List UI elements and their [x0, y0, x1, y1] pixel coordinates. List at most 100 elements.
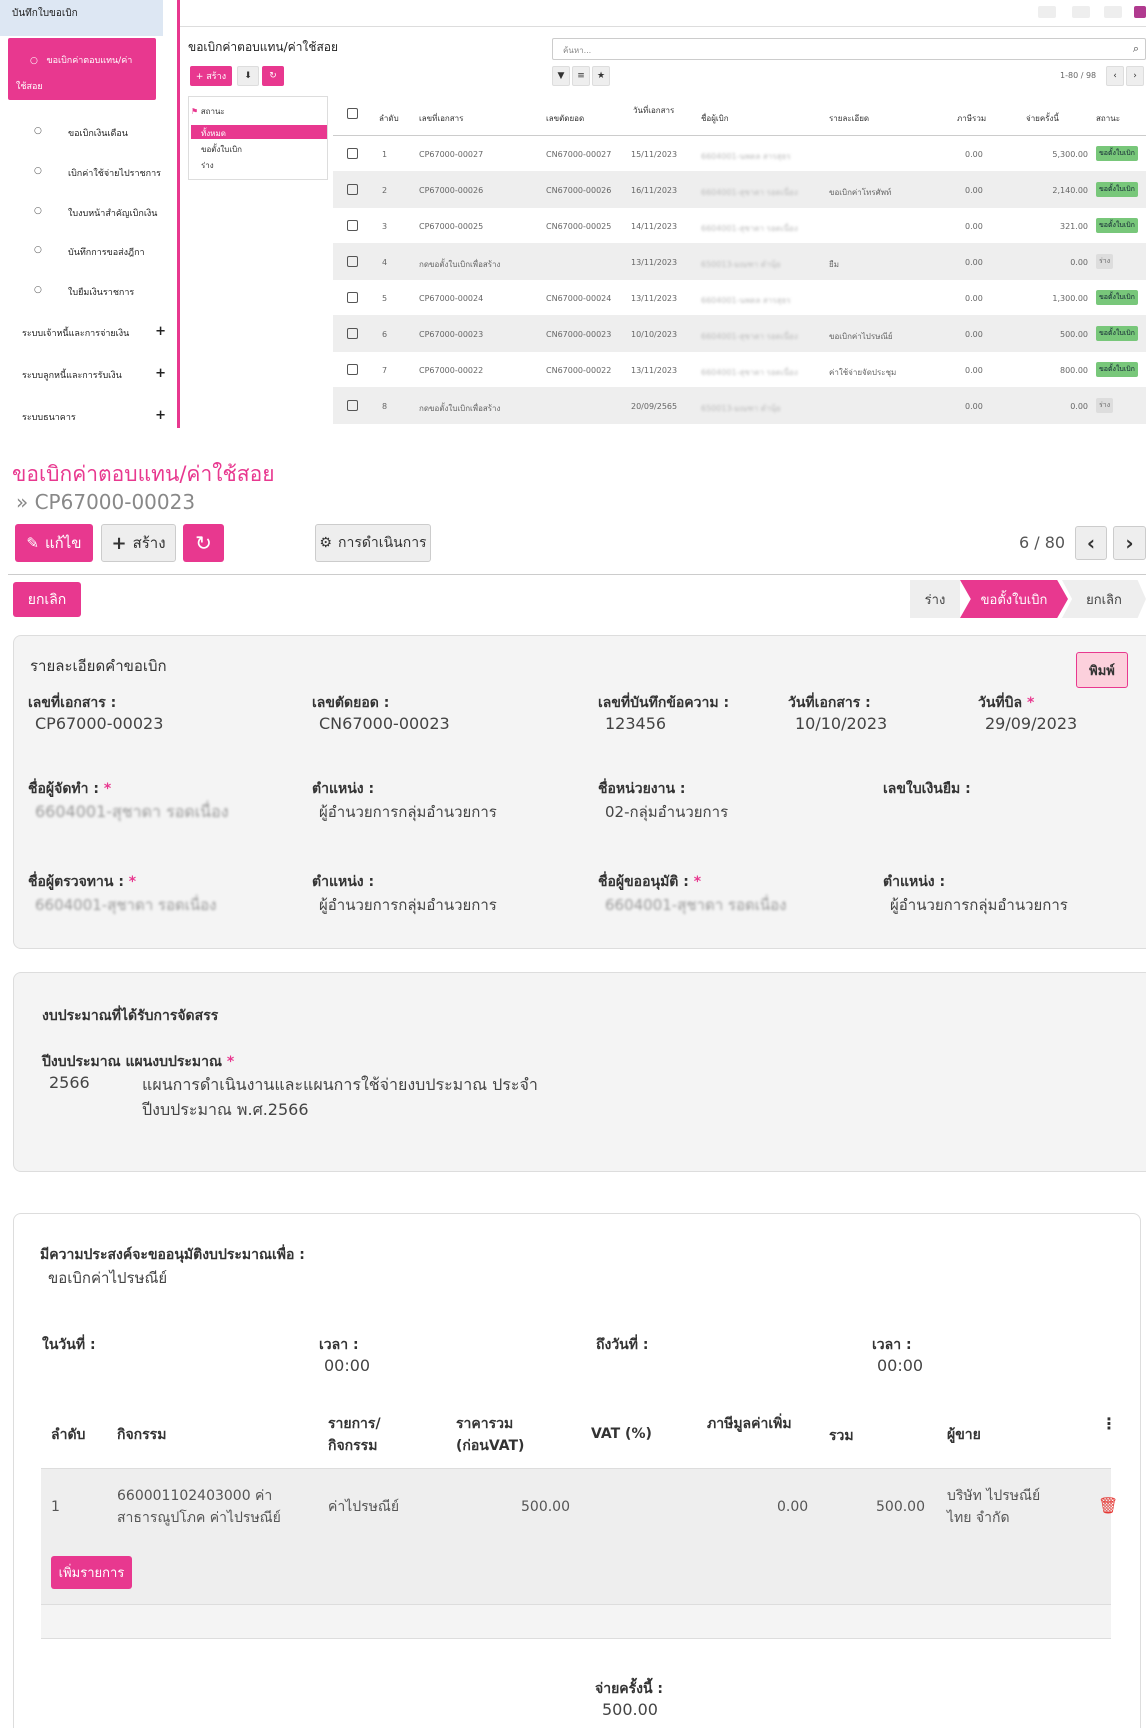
- print-button[interactable]: พิมพ์: [1076, 652, 1128, 688]
- table-body: 1 CP67000-00027 CN67000-00027 15/11/2023 660…: [333, 136, 1146, 428]
- action-button[interactable]: ⚙ การดำเนินการ: [315, 524, 431, 562]
- table-row[interactable]: 3 CP67000-00025 CN67000-00025 14/11/2023 660…: [333, 208, 1146, 244]
- purpose-card: มีความประสงค์จะขออนุมัติงบประมาณเพื่อ : …: [13, 1213, 1141, 1728]
- status-badge: ขอตั้งใบเบิก: [1096, 362, 1138, 377]
- row-checkbox[interactable]: [347, 400, 358, 411]
- plus-icon: +: [111, 532, 127, 554]
- stage-cancel[interactable]: ยกเลิก: [1062, 580, 1146, 618]
- refresh-form-icon[interactable]: ↻: [183, 524, 224, 562]
- status-badge: ร่าง: [1096, 254, 1114, 269]
- status-badge: ขอตั้งใบเบิก: [1096, 146, 1138, 161]
- expand-icon: +: [155, 366, 166, 381]
- add-row-area: เพิ่มรายการ: [41, 1547, 1111, 1605]
- list-title: ขอเบิกค่าตอบแทน/ค่าใช้สอย: [188, 40, 338, 54]
- trash-icon[interactable]: 🗑: [1098, 1495, 1118, 1517]
- groupby-icon[interactable]: ≡: [572, 66, 590, 86]
- table-row[interactable]: 1 CP67000-00027 CN67000-00027 15/11/2023 660…: [333, 136, 1146, 172]
- table-row[interactable]: 1 660001102403000 ค่า สาธารณูปโภค ค่าไปรษ…: [41, 1469, 1118, 1547]
- prev-page-icon[interactable]: ‹: [1106, 66, 1124, 86]
- budget-label: ปีงบประมาณ แผนงบประมาณ *: [42, 1054, 235, 1070]
- filter-option-draft[interactable]: ร่าง: [201, 159, 214, 172]
- top-icons: [1032, 6, 1146, 20]
- table-row[interactable]: 4 กดขอตั้งใบเบิกเพื่อสร้าง 13/11/2023 65001…: [333, 244, 1146, 280]
- row-checkbox[interactable]: [347, 148, 358, 159]
- budget-title: งบประมาณที่ได้รับการจัดสรร: [42, 1008, 219, 1024]
- next-page-icon[interactable]: ›: [1126, 66, 1144, 86]
- to-date-label: ถึงวันที่ :: [596, 1337, 649, 1353]
- flag-icon: ⚑: [191, 107, 199, 116]
- time-start[interactable]: 00:00: [324, 1356, 370, 1375]
- on-date-label: ในวันที่ :: [42, 1337, 96, 1353]
- filter-option-request[interactable]: ขอตั้งใบเบิก: [201, 143, 242, 156]
- status-badge: ขอตั้งใบเบิก: [1096, 290, 1138, 305]
- filter-panel: ⚑ สถานะ ทั้งหมด ขอตั้งใบเบิก ร่าง: [188, 96, 328, 180]
- select-all-checkbox[interactable]: [347, 108, 358, 119]
- pay-value: 500.00: [602, 1700, 658, 1719]
- divider: [180, 26, 1146, 27]
- row-checkbox[interactable]: [347, 184, 358, 195]
- search-input[interactable]: ค้นหา... ⌕: [552, 38, 1146, 60]
- cancel-button[interactable]: ยกเลิก: [13, 582, 81, 617]
- sidebar-header[interactable]: บันทึกใบขอเบิก: [0, 0, 163, 36]
- toolbar-icon[interactable]: [1104, 6, 1122, 18]
- create-form-button[interactable]: + สร้าง: [101, 524, 176, 562]
- sidebar-item-travel[interactable]: ○ เบิกค่าใช้จ่ายไปราชการ: [10, 166, 170, 180]
- favorite-icon[interactable]: ★: [592, 66, 610, 86]
- pay-label: จ่ายครั้งนี้ :: [595, 1681, 664, 1697]
- sidebar-group-receivable[interactable]: ระบบลูกหนี้และการรับเงิน +: [22, 366, 172, 382]
- table-footer: [41, 1605, 1111, 1639]
- status-badge: ขอตั้งใบเบิก: [1096, 182, 1138, 197]
- sidebar-group-bank[interactable]: ระบบธนาคาร +: [22, 408, 172, 424]
- breadcrumb: » CP67000-00023: [16, 490, 196, 514]
- refresh-icon[interactable]: ↻: [262, 66, 284, 86]
- stage-draft[interactable]: ร่าง: [910, 580, 960, 618]
- row-checkbox[interactable]: [347, 328, 358, 339]
- budget-year: 2566: [49, 1073, 90, 1092]
- download-icon[interactable]: ⬇: [237, 66, 259, 86]
- table-row[interactable]: 5 CP67000-00024 CN67000-00024 13/11/2023 660…: [333, 280, 1146, 316]
- edit-button[interactable]: ✎ แก้ไข: [15, 524, 93, 562]
- table-row[interactable]: 6 CP67000-00023 CN67000-00023 10/10/2023 660…: [333, 316, 1146, 352]
- expand-icon: +: [155, 408, 166, 423]
- filter-icon[interactable]: ▼: [552, 66, 570, 86]
- kebab-menu-icon[interactable]: ⋮: [1101, 1413, 1117, 1435]
- purpose-label: มีความประสงค์จะขออนุมัติงบประมาณเพื่อ :: [40, 1247, 305, 1263]
- toolbar-icon[interactable]: [1038, 6, 1056, 18]
- table-row[interactable]: 2 CP67000-00026 CN67000-00026 16/11/2023 660…: [333, 172, 1146, 208]
- status-badge: ร่าง: [1096, 398, 1114, 413]
- status-badge: ขอตั้งใบเบิก: [1096, 218, 1138, 233]
- row-checkbox[interactable]: [347, 220, 358, 231]
- budget-plan: แผนการดำเนินงานและแผนการใช้จ่ายงบประมาณ …: [142, 1075, 538, 1119]
- form-title: ขอเบิกค่าตอบแทน/ค่าใช้สอย: [12, 462, 275, 486]
- prev-record-icon[interactable]: ‹: [1075, 526, 1107, 560]
- divider: [8, 574, 1146, 575]
- sidebar-item-salary[interactable]: ○ ขอเบิกเงินเดือน: [10, 126, 170, 140]
- user-icon[interactable]: [1134, 6, 1146, 18]
- gear-icon: ⚙: [319, 535, 332, 551]
- sidebar: บันทึกใบขอเบิก ○ ขอเบิกค่าตอบแทน/ค่าใช้ส…: [0, 0, 180, 428]
- row-checkbox[interactable]: [347, 256, 358, 267]
- row-checkbox[interactable]: [347, 292, 358, 303]
- add-line-button[interactable]: เพิ่มรายการ: [51, 1556, 132, 1589]
- time-label: เวลา :: [872, 1337, 912, 1353]
- filter-option-all[interactable]: ทั้งหมด: [191, 125, 327, 139]
- lines-header: ลำดับ กิจกรรม รายการ/กิจกรรม ราคารวม (ก่อ…: [41, 1401, 1117, 1469]
- table-header: ลำดับ เลขที่เอกสาร เลขตัดยอด วันที่เอกสา…: [333, 96, 1146, 136]
- sidebar-group-payable[interactable]: ระบบเจ้าหนี้และการจ่ายเงิน +: [22, 324, 172, 340]
- row-checkbox[interactable]: [347, 364, 358, 375]
- sidebar-item-loan[interactable]: ○ ใบยืมเงินราชการ: [10, 285, 170, 299]
- lines-table: ลำดับ กิจกรรม รายการ/กิจกรรม ราคารวม (ก่อ…: [41, 1401, 1118, 1661]
- detail-card: รายละเอียดคำขอเบิก พิมพ์: [13, 635, 1146, 949]
- sidebar-item-summary[interactable]: ○ ใบงบหน้าสำคัญเบิกเงิน: [10, 206, 170, 220]
- purpose-value: ขอเบิกค่าไปรษณีย์: [48, 1269, 168, 1287]
- next-record-icon[interactable]: ›: [1113, 526, 1146, 560]
- toolbar-icon[interactable]: [1072, 6, 1090, 18]
- time-end[interactable]: 00:00: [877, 1356, 923, 1375]
- stage-request[interactable]: ขอตั้งใบเบิก: [960, 580, 1068, 618]
- sidebar-item-dika[interactable]: ○ บันทึกการขอส่งฎีกา: [10, 245, 170, 259]
- table-row[interactable]: 8 กดขอตั้งใบเบิกเพื่อสร้าง 20/09/2565 65001…: [333, 388, 1146, 424]
- pencil-icon: ✎: [26, 534, 39, 552]
- sidebar-item-active[interactable]: ○ ขอเบิกค่าตอบแทน/ค่าใช้สอย: [8, 38, 156, 100]
- table-row[interactable]: 7 CP67000-00022 CN67000-00022 13/11/2023 660…: [333, 352, 1146, 388]
- create-button[interactable]: + สร้าง: [190, 66, 232, 86]
